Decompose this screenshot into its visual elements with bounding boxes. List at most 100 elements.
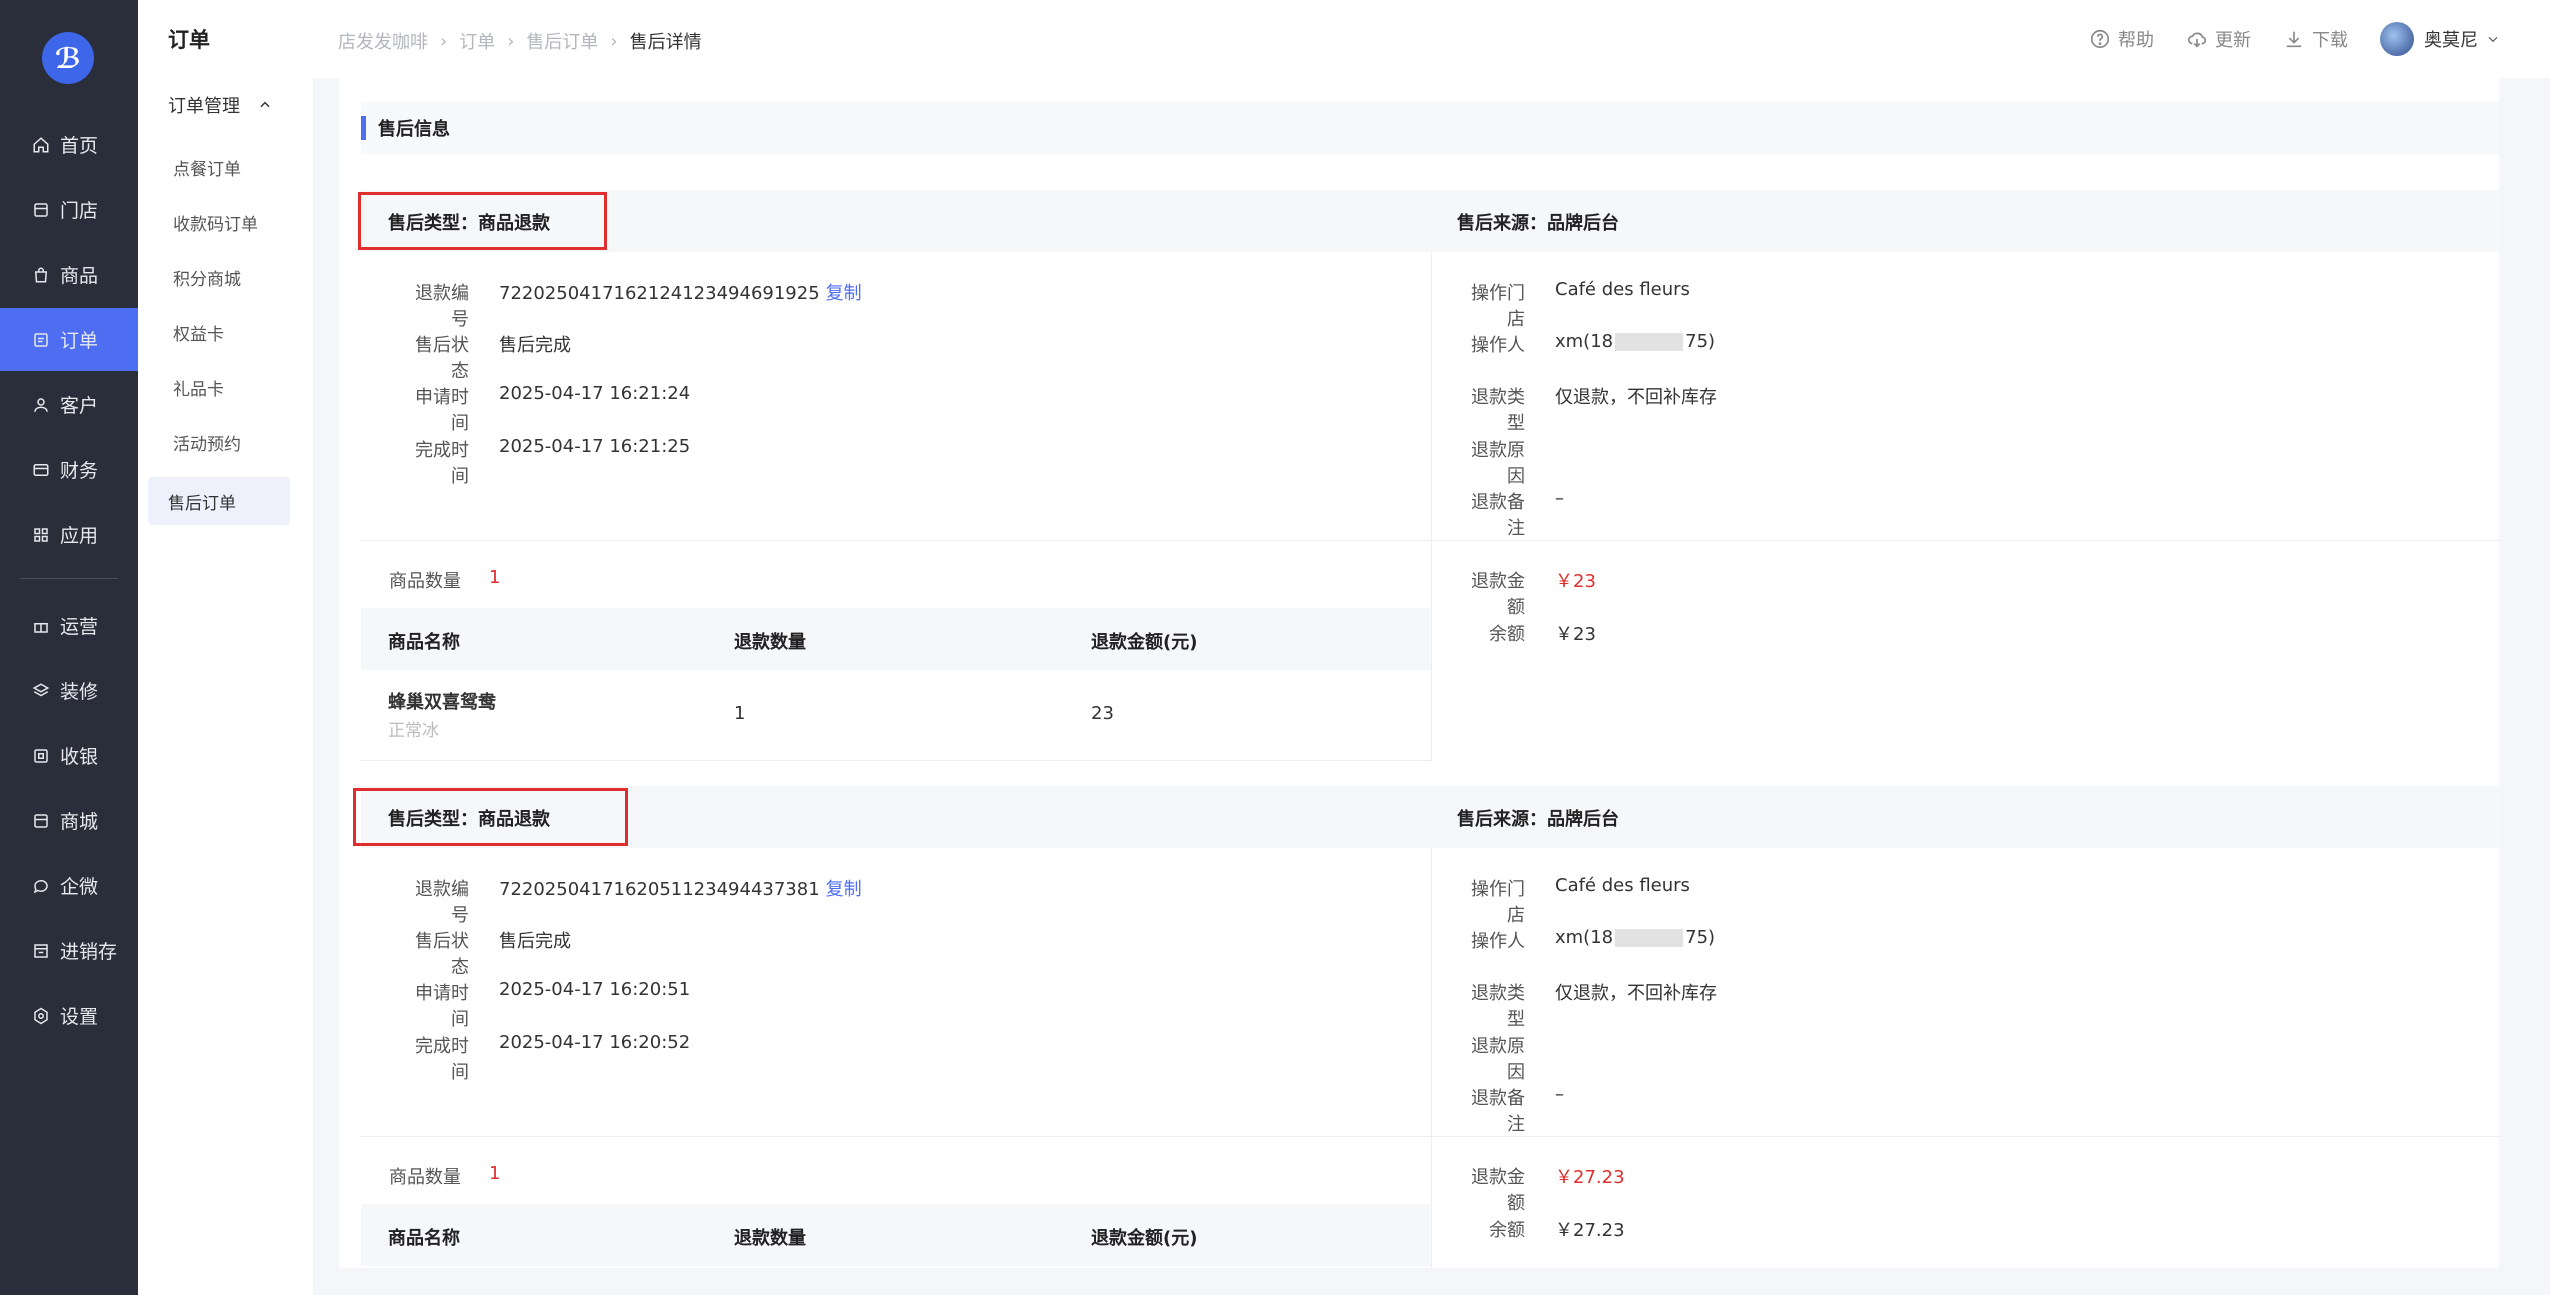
nav-item-inventory[interactable]: 进销存 bbox=[0, 919, 138, 982]
refund-amount-value: ￥27.23 bbox=[1555, 1167, 1625, 1188]
breadcrumb-item[interactable]: 订单 bbox=[459, 28, 495, 54]
submenu-item-points-mall[interactable]: 积分商城 bbox=[173, 265, 241, 290]
nav-item-customer[interactable]: 客户 bbox=[0, 373, 138, 436]
goods-spec: 正常冰 bbox=[388, 721, 439, 741]
after-sales-source: 售后来源：品牌后台 bbox=[1457, 213, 1619, 234]
submenu-item-qr-order[interactable]: 收款码订单 bbox=[173, 210, 258, 235]
nav-item-store[interactable]: 门店 bbox=[0, 178, 138, 241]
refund-no-value: 7220250417162051123494437381 bbox=[499, 879, 820, 900]
user-menu[interactable]: 奥莫尼 bbox=[2380, 22, 2500, 56]
divider bbox=[361, 540, 2499, 541]
bag-icon bbox=[30, 264, 52, 286]
chevron-right-icon: › bbox=[610, 30, 618, 52]
cloud-download-icon bbox=[2187, 32, 2207, 48]
balance-row: 余额 ￥23 bbox=[1457, 620, 1596, 646]
update-label: 更新 bbox=[2215, 30, 2251, 51]
settings-icon bbox=[30, 1005, 52, 1027]
field-label: 退款编号 bbox=[415, 283, 469, 330]
nav-label: 收银 bbox=[60, 746, 99, 768]
nav-item-decor[interactable]: 装修 bbox=[0, 659, 138, 722]
submenu-item-dine-order[interactable]: 点餐订单 bbox=[173, 155, 241, 180]
after-sales-type: 售后类型：商品退款 bbox=[388, 809, 550, 830]
table-row: 蜂巢双喜鸳鸯 正常冰 1 23 bbox=[361, 670, 1431, 760]
nav-item-order[interactable]: 订单 bbox=[0, 308, 138, 371]
finish-time-row: 完成时间 2025-04-17 16:21:25 bbox=[401, 436, 690, 488]
field-label: 退款类型 bbox=[1471, 983, 1525, 1030]
field-label: 商品数量 bbox=[389, 1167, 461, 1188]
apply-time-row: 申请时间 2025-04-17 16:21:24 bbox=[401, 383, 690, 435]
breadcrumb: 店发发咖啡 › 订单 › 售后订单 › 售后详情 bbox=[338, 28, 702, 54]
inventory-icon bbox=[30, 940, 52, 962]
refund-remark-row: 退款备注 – bbox=[1457, 1084, 1564, 1136]
operator-prefix: xm(18 bbox=[1555, 331, 1614, 352]
operator-suffix: 75) bbox=[1685, 331, 1716, 352]
submenu-group-order-management[interactable]: 订单管理 bbox=[168, 92, 272, 118]
column-header: 退款金额(元) bbox=[1091, 632, 1198, 653]
divider bbox=[1431, 252, 1432, 762]
download-label: 下载 bbox=[2312, 30, 2348, 51]
nav-item-settings[interactable]: 设置 bbox=[0, 984, 138, 1047]
field-label: 操作人 bbox=[1471, 931, 1525, 952]
card-header: 售后类型：商品退款 售后来源：品牌后台 bbox=[358, 190, 2499, 252]
card-icon bbox=[30, 459, 52, 481]
copy-link[interactable]: 复制 bbox=[826, 283, 862, 304]
refund-remark-value: – bbox=[1555, 488, 1564, 509]
column-header: 退款金额(元) bbox=[1091, 1228, 1198, 1249]
nav-label: 应用 bbox=[60, 525, 99, 547]
breadcrumb-item[interactable]: 店发发咖啡 bbox=[338, 28, 428, 54]
nav-item-operation[interactable]: 运营 bbox=[0, 594, 138, 657]
submenu-item-gift-card[interactable]: 礼品卡 bbox=[173, 375, 224, 400]
help-label: 帮助 bbox=[2118, 30, 2154, 51]
field-label: 完成时间 bbox=[415, 1036, 469, 1083]
goods-count-row: 商品数量 1 bbox=[389, 567, 500, 593]
home-icon bbox=[30, 134, 52, 156]
layers-icon bbox=[30, 680, 52, 702]
copy-link[interactable]: 复制 bbox=[826, 879, 862, 900]
user-name: 奥莫尼 bbox=[2424, 30, 2478, 51]
nav-item-cashier[interactable]: 收银 bbox=[0, 724, 138, 787]
nav-item-home[interactable]: 首页 bbox=[0, 113, 138, 176]
refund-no-row: 退款编号 7220250417162051123494437381 复制 bbox=[401, 875, 862, 927]
refund-type-row: 退款类型 仅退款，不回补库存 bbox=[1457, 383, 1717, 435]
nav-label: 装修 bbox=[60, 681, 99, 703]
column-header: 退款数量 bbox=[734, 632, 806, 653]
field-label: 操作门店 bbox=[1471, 283, 1525, 330]
submenu-item-rights-card[interactable]: 权益卡 bbox=[173, 320, 224, 345]
main-content: 售后信息 售后类型：商品退款 售后来源：品牌后台 退款编号 7220250417… bbox=[339, 78, 2499, 1268]
finish-time-row: 完成时间 2025-04-17 16:20:52 bbox=[401, 1032, 690, 1084]
goods-table-header: 商品名称 退款数量 退款金额(元) bbox=[361, 608, 1431, 670]
status-value: 售后完成 bbox=[499, 335, 571, 356]
masked-phone bbox=[1615, 333, 1684, 351]
column-header: 商品名称 bbox=[388, 1228, 460, 1249]
operator-row: 操作人 xm(18 75) bbox=[1457, 927, 1715, 953]
chevron-right-icon: › bbox=[440, 30, 448, 52]
nav-item-mall[interactable]: 商城 bbox=[0, 789, 138, 852]
nav-label: 订单 bbox=[60, 330, 99, 352]
after-sales-type: 售后类型：商品退款 bbox=[388, 213, 550, 234]
field-label: 退款金额 bbox=[1471, 1167, 1525, 1214]
update-button[interactable]: 更新 bbox=[2186, 26, 2251, 52]
store-row: 操作门店 Café des fleurs bbox=[1457, 875, 1690, 927]
nav-item-finance[interactable]: 财务 bbox=[0, 438, 138, 501]
nav-label: 客户 bbox=[60, 395, 99, 417]
card-header: 售后类型：商品退款 售后来源：品牌后台 bbox=[353, 786, 2499, 848]
field-label: 退款类型 bbox=[1471, 387, 1525, 434]
field-label: 余额 bbox=[1489, 1220, 1525, 1241]
breadcrumb-current: 售后详情 bbox=[629, 32, 702, 53]
refund-remark-row: 退款备注 – bbox=[1457, 488, 1564, 540]
help-button[interactable]: 帮助 bbox=[2089, 26, 2154, 52]
nav-item-wecom[interactable]: 企微 bbox=[0, 854, 138, 917]
apply-time-row: 申请时间 2025-04-17 16:20:51 bbox=[401, 979, 690, 1031]
submenu-item-after-sales[interactable]: 售后订单 bbox=[148, 477, 290, 525]
nav-item-goods[interactable]: 商品 bbox=[0, 243, 138, 306]
chevron-right-icon: › bbox=[507, 30, 515, 52]
brand-logo[interactable]: ℬ bbox=[42, 32, 94, 84]
field-label: 退款原因 bbox=[1471, 1036, 1525, 1083]
breadcrumb-item[interactable]: 售后订单 bbox=[526, 28, 598, 54]
gift-icon bbox=[30, 615, 52, 637]
field-label: 完成时间 bbox=[415, 440, 469, 487]
apply-time-value: 2025-04-17 16:21:24 bbox=[499, 383, 691, 404]
submenu-item-activity[interactable]: 活动预约 bbox=[173, 430, 241, 455]
nav-item-apps[interactable]: 应用 bbox=[0, 503, 138, 566]
download-button[interactable]: 下载 bbox=[2283, 26, 2348, 52]
